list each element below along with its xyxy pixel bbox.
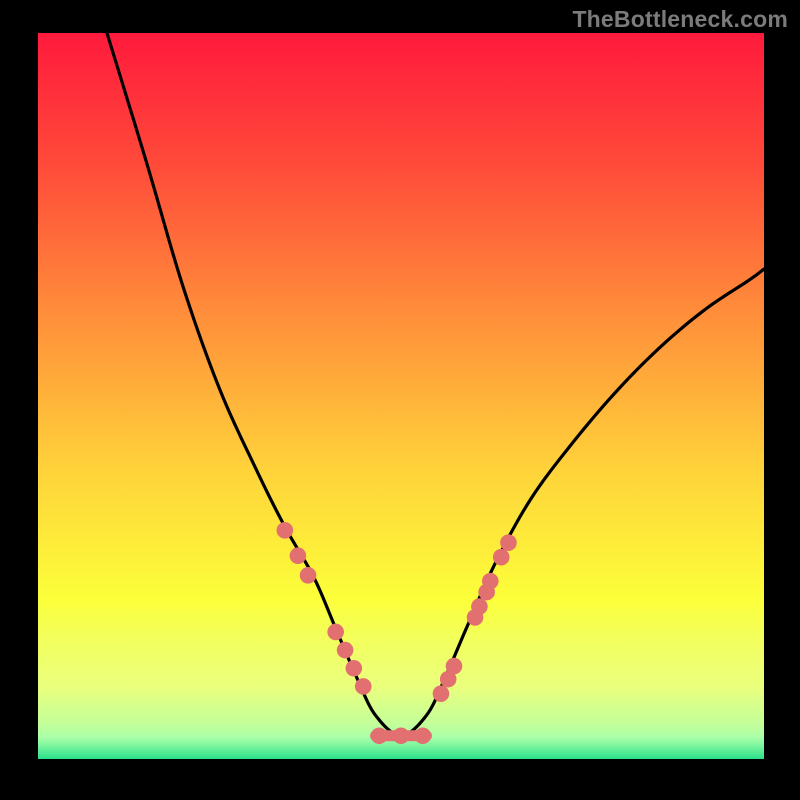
scatter-dot xyxy=(393,727,410,744)
scatter-dot xyxy=(482,573,499,590)
chart-container: TheBottleneck.com xyxy=(0,0,800,800)
watermark-text: TheBottleneck.com xyxy=(572,6,788,33)
scatter-dot xyxy=(346,660,363,677)
scatter-dot xyxy=(300,567,317,584)
scatter-dot xyxy=(500,534,517,551)
bottleneck-chart xyxy=(0,0,800,800)
scatter-dot xyxy=(371,727,388,744)
scatter-dot xyxy=(355,678,372,695)
scatter-dot xyxy=(433,685,450,702)
plot-yellow-overlay xyxy=(38,33,764,759)
scatter-dot xyxy=(290,547,307,564)
scatter-dot xyxy=(414,727,431,744)
scatter-dot xyxy=(493,549,510,566)
scatter-dot xyxy=(446,658,463,675)
scatter-dot xyxy=(277,522,294,539)
scatter-dot xyxy=(471,598,488,615)
scatter-dot xyxy=(327,624,344,641)
scatter-dot xyxy=(337,642,354,659)
